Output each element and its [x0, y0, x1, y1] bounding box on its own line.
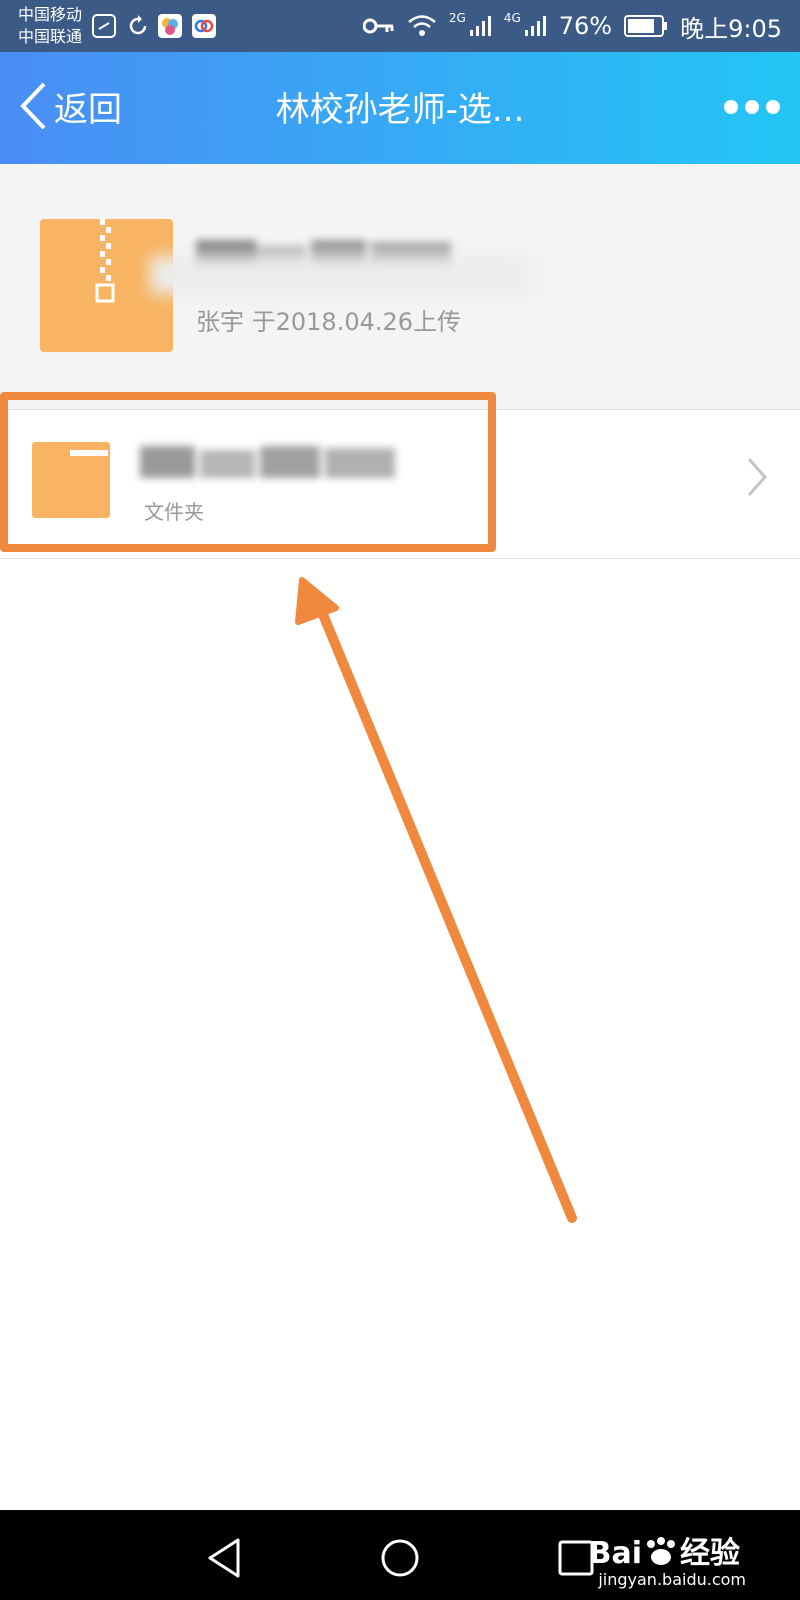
- nav-home-icon[interactable]: [372, 1530, 428, 1586]
- nav-back-icon[interactable]: [196, 1530, 252, 1586]
- more-options-button[interactable]: [724, 92, 780, 122]
- paw-icon: [647, 1537, 675, 1565]
- sync-icon: [129, 15, 147, 35]
- more-dot-icon: [766, 100, 780, 114]
- watermark-brand: Bai 经验: [589, 1528, 740, 1572]
- network-type-1: 2G: [448, 11, 466, 25]
- watermark-brand-text: Bai: [588, 1536, 642, 1571]
- status-bar: 中国移动 中国联通 2G 4G 76% 晚上9:05: [0, 0, 800, 52]
- back-label: 返回: [54, 89, 122, 130]
- folder-name-redacted: [140, 442, 400, 484]
- file-row-folder[interactable]: 文件夹: [0, 410, 800, 559]
- wifi-icon: [408, 15, 436, 36]
- network-type-2: 4G: [503, 11, 521, 25]
- chevron-left-icon: [20, 82, 46, 130]
- signal-icon: [524, 16, 546, 36]
- status-right: 2G 4G 76% 晚上9:05: [362, 10, 782, 43]
- more-dot-icon: [724, 100, 738, 114]
- folder-meta: 文件夹: [144, 500, 204, 524]
- more-dot-icon: [745, 100, 759, 114]
- carrier-2: 中国联通: [18, 27, 83, 46]
- carrier-1: 中国移动: [18, 5, 83, 24]
- signal-icon: [469, 16, 491, 36]
- redaction-smudge: [150, 256, 530, 294]
- clock: 晚上9:05: [680, 14, 782, 43]
- file-meta: 张宇 于2018.04.26上传: [196, 308, 462, 336]
- back-button[interactable]: 返回: [18, 78, 122, 134]
- watermark-url: jingyan.baidu.com: [598, 1570, 746, 1589]
- vpn-key-icon: [362, 18, 394, 34]
- link-icon: [92, 14, 116, 38]
- chevron-right-icon: [747, 458, 768, 496]
- file-row-zip[interactable]: 张宇 于2018.04.26上传: [0, 164, 800, 410]
- battery-percent: 76%: [558, 12, 613, 40]
- battery-icon: [624, 15, 668, 37]
- nav-bar: 返回 林校孙老师-选...: [0, 52, 800, 164]
- page-title: 林校孙老师-选...: [275, 90, 525, 130]
- watermark-brand-suffix: 经验: [680, 1536, 740, 1571]
- folder-icon: [32, 442, 110, 518]
- gallery-app-icon: [158, 14, 182, 38]
- cloud-app-icon: [192, 14, 216, 38]
- carrier-info: 中国移动 中国联通: [18, 4, 82, 48]
